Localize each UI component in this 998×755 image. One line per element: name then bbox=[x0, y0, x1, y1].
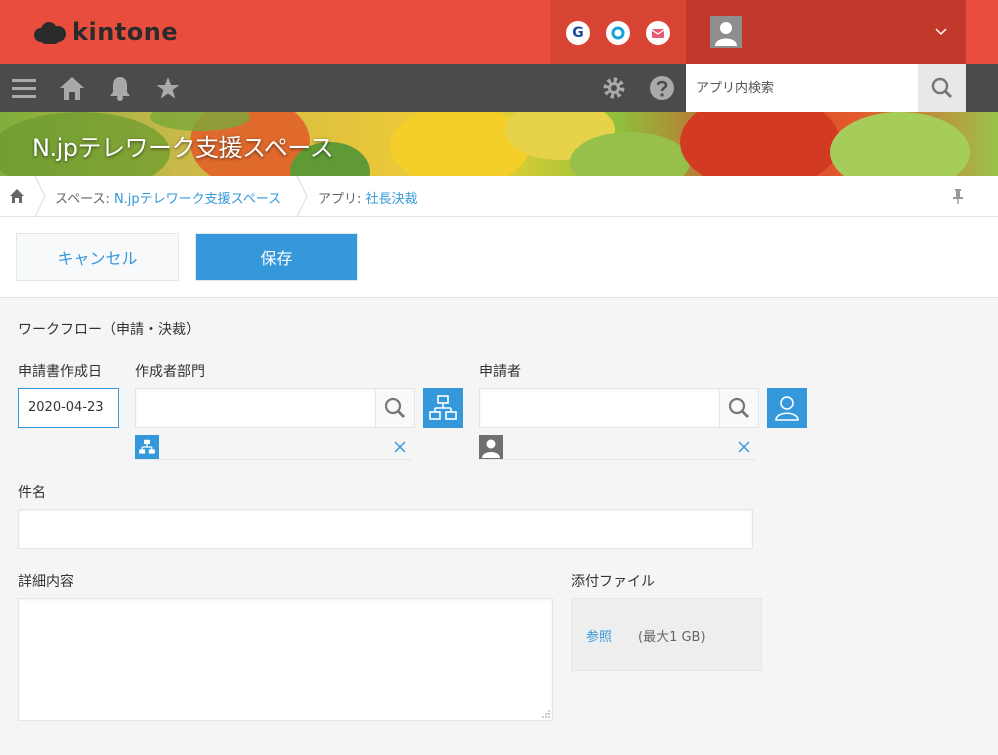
app-links: G bbox=[550, 0, 686, 64]
mail-app-icon[interactable] bbox=[646, 21, 670, 45]
search-icon bbox=[931, 77, 953, 99]
resize-grip-icon[interactable] bbox=[541, 709, 551, 719]
dept-search-button[interactable] bbox=[375, 388, 415, 428]
date-field[interactable]: 2020-04-23 bbox=[18, 388, 119, 428]
bell-icon[interactable] bbox=[106, 74, 134, 102]
selected-user-row bbox=[479, 435, 757, 460]
close-icon[interactable] bbox=[393, 440, 407, 454]
applicant-search-button[interactable] bbox=[719, 388, 759, 428]
subject-field-label: 件名 bbox=[18, 485, 46, 501]
dept-lookup-input[interactable] bbox=[135, 388, 376, 428]
subject-input[interactable] bbox=[18, 509, 753, 549]
org-picker-button[interactable] bbox=[423, 388, 463, 428]
close-icon[interactable] bbox=[737, 440, 751, 454]
search-icon bbox=[384, 397, 405, 418]
org-chart-icon bbox=[135, 435, 159, 459]
help-icon[interactable] bbox=[648, 74, 676, 102]
search-icon bbox=[728, 397, 749, 418]
pin-icon[interactable] bbox=[950, 188, 966, 204]
dept-field-label: 作成者部門 bbox=[135, 364, 205, 380]
star-icon[interactable] bbox=[154, 74, 182, 102]
applicant-field-label: 申請者 bbox=[479, 364, 521, 380]
user-menu[interactable] bbox=[686, 0, 966, 64]
date-field-label: 申請書作成日 bbox=[18, 364, 102, 380]
browse-link[interactable]: 参照 bbox=[586, 626, 612, 645]
cancel-button[interactable]: キャンセル bbox=[16, 233, 179, 281]
save-button[interactable]: 保存 bbox=[195, 233, 358, 281]
user-icon bbox=[775, 396, 799, 421]
menu-icon[interactable] bbox=[10, 74, 38, 102]
garoon-app-icon[interactable] bbox=[606, 21, 630, 45]
search-button[interactable] bbox=[918, 64, 966, 112]
space-banner: N.jpテレワーク支援スペース bbox=[0, 112, 998, 176]
home-icon[interactable] bbox=[9, 188, 25, 204]
home-icon[interactable] bbox=[58, 74, 86, 102]
details-field-label: 詳細内容 bbox=[18, 574, 74, 590]
user-picker-button[interactable] bbox=[767, 388, 807, 428]
breadcrumb-app-link[interactable]: 社長決裁 bbox=[366, 192, 418, 207]
logo-text: kintone bbox=[72, 18, 179, 46]
applicant-input[interactable] bbox=[479, 388, 720, 428]
breadcrumb-app: アプリ: 社長決裁 bbox=[318, 192, 418, 207]
breadcrumb: スペース: N.jpテレワーク支援スペース アプリ: 社長決裁 bbox=[0, 176, 998, 217]
max-size-note: (最大1 GB) bbox=[638, 630, 706, 645]
record-action-bar: キャンセル 保存 bbox=[0, 217, 998, 298]
breadcrumb-space: スペース: N.jpテレワーク支援スペース bbox=[55, 192, 282, 207]
breadcrumb-separator bbox=[296, 176, 308, 217]
chevron-down-icon bbox=[935, 28, 947, 36]
kintone-logo[interactable]: kintone bbox=[34, 18, 178, 46]
avatar bbox=[710, 16, 742, 48]
breadcrumb-separator bbox=[34, 176, 46, 217]
gear-icon[interactable] bbox=[600, 74, 628, 102]
breadcrumb-space-link[interactable]: N.jpテレワーク支援スペース bbox=[114, 192, 281, 207]
org-chart-icon bbox=[429, 395, 457, 420]
google-app-icon[interactable]: G bbox=[566, 21, 590, 45]
top-header: kintone G bbox=[0, 0, 998, 64]
space-title: N.jpテレワーク支援スペース bbox=[32, 134, 334, 162]
attachment-field-label: 添付ファイル bbox=[571, 574, 655, 590]
avatar bbox=[479, 435, 503, 459]
file-upload-area: 参照 (最大1 GB) bbox=[571, 598, 762, 671]
section-title: ワークフロー（申請・決裁） bbox=[18, 322, 200, 338]
details-textarea[interactable] bbox=[18, 598, 553, 721]
cloud-icon bbox=[34, 20, 66, 44]
selected-dept-row bbox=[135, 435, 413, 460]
app-search-input[interactable] bbox=[686, 64, 918, 112]
